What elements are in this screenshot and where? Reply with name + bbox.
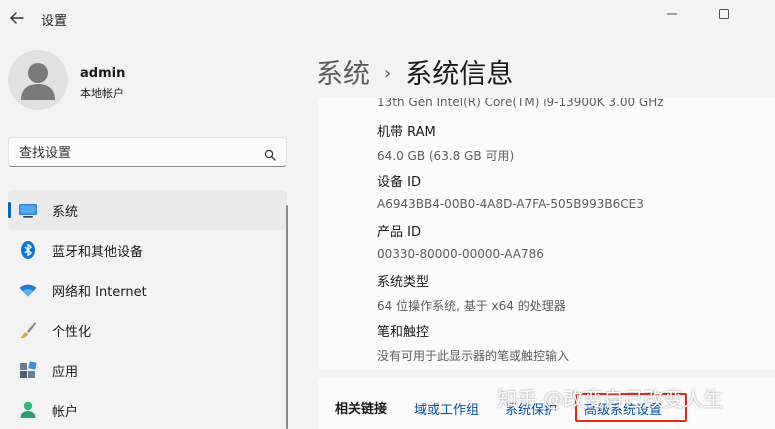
apps-icon (18, 360, 38, 380)
search-box[interactable] (8, 137, 287, 167)
bluetooth-icon (18, 240, 38, 260)
sidebar-item-label: 蓝牙和其他设备 (52, 245, 144, 260)
active-indicator (8, 202, 11, 218)
sidebar-item-label: 网络和 Internet (52, 285, 147, 300)
sidebar-item-system[interactable]: 系统 (8, 190, 287, 230)
sidebar-scrollbar[interactable] (286, 205, 288, 429)
related-links-title: 相关链接 (335, 402, 388, 417)
minimize-icon[interactable] (663, 6, 681, 20)
chevron-right-icon: › (384, 63, 392, 84)
sidebar-item-apps[interactable]: 应用 (8, 350, 287, 390)
breadcrumb-parent[interactable]: 系统 (316, 59, 370, 90)
page-title: 系统信息 (405, 59, 514, 90)
brush-icon (18, 320, 38, 340)
sidebar-item-network[interactable]: 网络和 Internet (8, 270, 287, 310)
maximize-icon[interactable] (715, 6, 733, 20)
app-title: 设置 (41, 14, 68, 29)
processor-value: 13th Gen Intel(R) Core(TM) i9-13900K 3.0… (377, 98, 664, 109)
spec-label: 产品 ID (377, 225, 421, 240)
spec-label: 系统类型 (377, 275, 430, 290)
account-type: 本地帐户 (80, 87, 124, 100)
monitor-icon (18, 200, 38, 220)
sidebar-item-label: 个性化 (52, 325, 92, 340)
device-specs-card: 13th Gen Intel(R) Core(TM) i9-13900K 3.0… (319, 98, 775, 370)
search-icon[interactable] (264, 146, 276, 161)
spec-value: 64 位操作系统, 基于 x64 的处理器 (377, 299, 566, 313)
search-input[interactable] (19, 143, 259, 163)
spec-label: 设备 ID (377, 175, 421, 190)
sidebar-item-label: 系统 (52, 205, 79, 220)
arrow-left-icon[interactable] (6, 7, 28, 29)
spec-label: 机带 RAM (377, 125, 436, 140)
sidebar-item-label: 帐户 (52, 405, 79, 420)
spec-value: A6943BB4-00B0-4A8D-A7FA-505B993B6CE3 (377, 197, 644, 211)
wifi-icon (18, 280, 38, 300)
breadcrumb: 系统 › 系统信息 (316, 52, 513, 91)
sidebar-item-accounts[interactable]: 帐户 (8, 390, 287, 429)
sidebar-item-label: 应用 (52, 365, 79, 380)
spec-value: 00330-80000-00000-AA786 (377, 247, 544, 261)
sidebar-item-personalization[interactable]: 个性化 (8, 310, 287, 350)
watermark: 知乎 @改变自己改变人生 (497, 387, 724, 411)
sidebar-nav: 系统 蓝牙和其他设备 网络和 Internet 个性化 应用 帐户 (8, 190, 287, 429)
user-name: admin (80, 66, 126, 81)
spec-label: 笔和触控 (377, 325, 430, 340)
sidebar-item-bluetooth[interactable]: 蓝牙和其他设备 (8, 230, 287, 270)
spec-value: 没有可用于此显示器的笔或触控输入 (377, 349, 570, 363)
link-domain-workgroup[interactable]: 域或工作组 (414, 399, 479, 418)
account-icon (18, 400, 38, 420)
person-icon (8, 50, 68, 110)
spec-value: 64.0 GB (63.8 GB 可用) (377, 149, 515, 163)
title-bar: 设置 (0, 0, 775, 36)
